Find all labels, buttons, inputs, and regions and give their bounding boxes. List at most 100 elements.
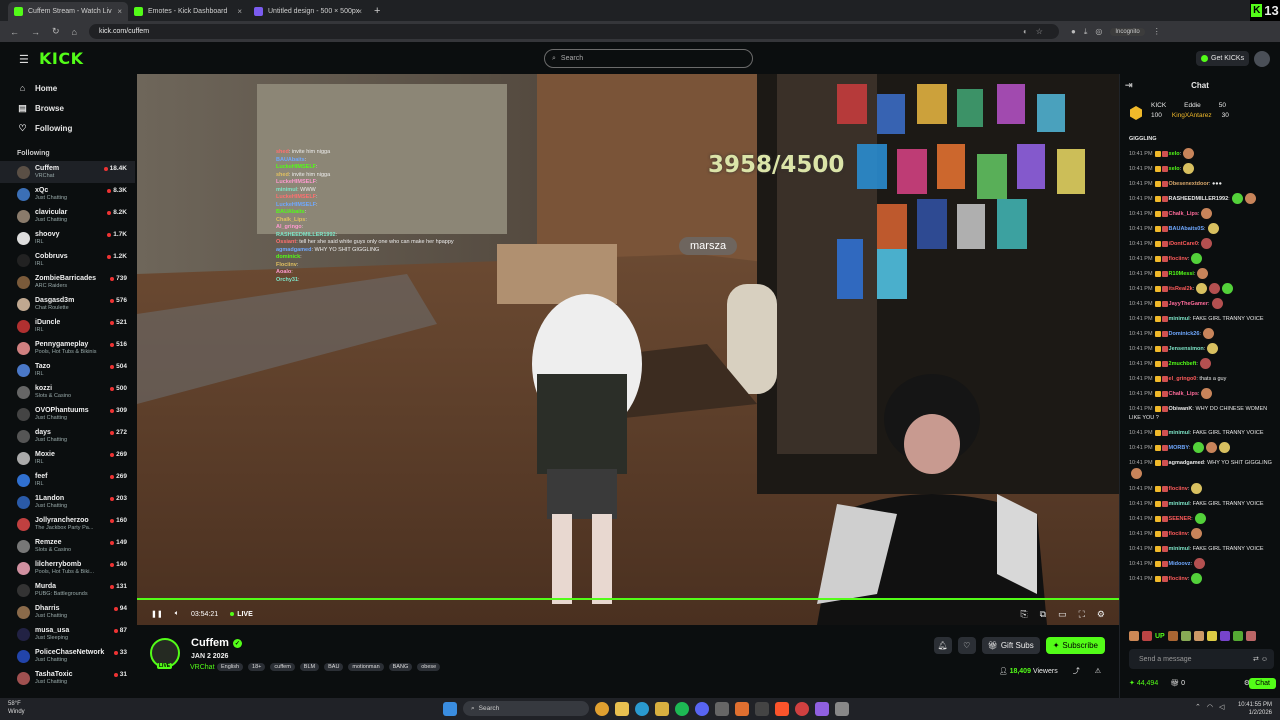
- emote-quick-bar[interactable]: UP: [1129, 629, 1279, 643]
- followed-channel[interactable]: xQc Just Chatting 8.3K: [0, 183, 135, 205]
- reload-icon[interactable]: ↻: [52, 26, 60, 37]
- follow-heart-icon[interactable]: ♡: [957, 637, 976, 654]
- search-input[interactable]: ⌕ Search: [544, 49, 753, 68]
- new-tab-button[interactable]: +: [374, 5, 380, 17]
- chat-send-button[interactable]: Chat: [1249, 677, 1276, 689]
- chevron-up-icon[interactable]: ⌃: [1195, 703, 1201, 711]
- followed-channel[interactable]: feef IRL 269: [0, 469, 135, 491]
- profile-icon[interactable]: ◎: [1095, 27, 1102, 36]
- app-icon[interactable]: [735, 701, 749, 716]
- followed-channel[interactable]: Dharris Just Chatting 94: [0, 601, 135, 623]
- chat-username[interactable]: minimul: [1169, 546, 1190, 552]
- chat-username[interactable]: xelo: [1169, 151, 1180, 157]
- chat-username[interactable]: flociinv: [1169, 531, 1188, 537]
- share-icon[interactable]: ⤴: [1073, 666, 1080, 676]
- app-icon[interactable]: [715, 701, 729, 716]
- chat-username[interactable]: ObiwanK: [1169, 406, 1193, 412]
- wifi-icon[interactable]: ◠: [1207, 703, 1213, 711]
- back-icon[interactable]: ←: [10, 27, 19, 37]
- chat-username[interactable]: minimul: [1169, 501, 1190, 507]
- notification-bell-icon[interactable]: 🔔︎: [933, 637, 952, 654]
- emote-up[interactable]: UP: [1155, 633, 1165, 640]
- emote-picker-icon[interactable]: ⇄ ☺: [1253, 655, 1268, 663]
- chat-username[interactable]: flociinv: [1169, 256, 1188, 262]
- nav-browse[interactable]: ▤ Browse: [0, 98, 135, 118]
- chat-username[interactable]: Dominick26: [1169, 331, 1200, 337]
- browser-tab[interactable]: Emotes - Kick Dashboard ×: [128, 2, 248, 21]
- chat-username[interactable]: itsReal2k: [1169, 286, 1193, 292]
- send-message-input[interactable]: Send a message ⇄ ☺: [1129, 649, 1274, 669]
- video-player[interactable]: 3958/4500 marsza shed: invite him nigga B…: [137, 74, 1119, 625]
- extension-icon[interactable]: ●: [1071, 27, 1076, 36]
- live-indicator[interactable]: LIVE: [230, 611, 253, 618]
- followed-channel[interactable]: Pennygameplay Pools, Hot Tubs & Bikinis 51…: [0, 337, 135, 359]
- forward-icon[interactable]: →: [31, 27, 40, 37]
- close-icon[interactable]: ×: [357, 7, 362, 16]
- theater-icon[interactable]: ▭: [1058, 609, 1067, 620]
- menu-icon[interactable]: ⋮: [1153, 27, 1161, 36]
- followed-channel[interactable]: Cobbruvs IRL 1.2K: [0, 249, 135, 271]
- subscribe-button[interactable]: ✦ Subscribe: [1045, 637, 1105, 654]
- emote-icon[interactable]: [1245, 631, 1256, 641]
- settings-gear-icon[interactable]: ⚙: [1097, 609, 1105, 620]
- followed-channel[interactable]: clavicular Just Chatting 8.2K: [0, 205, 135, 227]
- followed-channel[interactable]: Dasgasd3m Chat Roulette 576: [0, 293, 135, 315]
- home-icon[interactable]: ⌂: [72, 27, 77, 37]
- followed-channel[interactable]: Jollyrancherzoo The Jackbox Party Pa... 16…: [0, 513, 135, 535]
- app-icon[interactable]: [795, 701, 809, 716]
- followed-channel[interactable]: Tazo IRL 504: [0, 359, 135, 381]
- app-icon[interactable]: [835, 701, 849, 716]
- chat-username[interactable]: flociinv: [1169, 486, 1188, 492]
- followed-channel[interactable]: Murda PUBG: Battlegrounds 131: [0, 579, 135, 601]
- gift-count[interactable]: 🎁︎ 0: [1170, 679, 1185, 687]
- hamburger-menu-icon[interactable]: ☰: [19, 53, 29, 66]
- stream-tag[interactable]: BAU: [324, 663, 344, 671]
- chrome-icon[interactable]: [595, 701, 609, 716]
- pip-icon[interactable]: ⧉: [1040, 609, 1046, 620]
- chat-username[interactable]: R10Messi: [1169, 271, 1194, 277]
- stream-tag[interactable]: obese: [417, 663, 441, 671]
- emote-icon[interactable]: [1129, 631, 1139, 641]
- emote-icon[interactable]: [1142, 631, 1152, 641]
- chat-username[interactable]: minimul: [1169, 430, 1190, 436]
- followed-channel[interactable]: Moxie IRL 269: [0, 447, 135, 469]
- emote-icon[interactable]: [1232, 631, 1243, 641]
- stream-tag[interactable]: motionman: [348, 663, 384, 671]
- followed-channel[interactable]: shoovy IRL 1.7K: [0, 227, 135, 249]
- discord-icon[interactable]: [695, 701, 709, 716]
- followed-channel[interactable]: 1Landon Just Chatting 203: [0, 491, 135, 513]
- close-icon[interactable]: ×: [117, 7, 122, 16]
- explorer-icon[interactable]: [615, 701, 629, 716]
- chat-username[interactable]: Midoovz: [1169, 561, 1191, 567]
- chat-username[interactable]: agmadgamed: [1169, 460, 1204, 466]
- chat-username[interactable]: Jensensimon: [1169, 346, 1204, 352]
- clock[interactable]: 10:41:55 PM 1/2/2026: [1238, 701, 1272, 717]
- nav-home[interactable]: ⌂ Home: [0, 78, 135, 98]
- chat-username[interactable]: iDontCare0: [1169, 241, 1198, 247]
- chat-username[interactable]: el_gringo0: [1169, 376, 1197, 382]
- emote-icon[interactable]: [1180, 631, 1191, 641]
- edge-icon[interactable]: [635, 701, 649, 716]
- omnibox-icons[interactable]: ◐☆: [1023, 27, 1051, 36]
- close-icon[interactable]: ×: [237, 7, 242, 16]
- followed-channel[interactable]: musa_usa Just Sleeping 87: [0, 623, 135, 645]
- chat-username[interactable]: RASHEEDMILLER1992: [1169, 196, 1229, 202]
- nav-following[interactable]: ♡ Following: [0, 118, 135, 138]
- clip-icon[interactable]: ⎘: [1020, 609, 1027, 620]
- gift-subs-button[interactable]: 🎁︎ Gift Subs: [981, 637, 1040, 654]
- taskbar-search[interactable]: ⌕ Search: [463, 701, 589, 716]
- stream-tag[interactable]: 18+: [248, 663, 266, 671]
- emote-icon[interactable]: [1167, 631, 1178, 641]
- chat-username[interactable]: xelo: [1169, 166, 1180, 172]
- browser-tab[interactable]: Cuffem Stream - Watch Liv ×: [8, 2, 128, 21]
- chat-username[interactable]: Obesenextdoor: [1169, 181, 1209, 187]
- followed-channel[interactable]: iDuncle IRL 521: [0, 315, 135, 337]
- volume-icon[interactable]: ◁: [1219, 703, 1224, 711]
- incognito-badge[interactable]: Incognito: [1110, 27, 1145, 36]
- pause-icon[interactable]: ❚❚: [151, 610, 163, 618]
- chat-username[interactable]: BAUAbaits0S: [1169, 226, 1204, 232]
- followed-channel[interactable]: lilcherrybomb Pools, Hot Tubs & Biki... 14…: [0, 557, 135, 579]
- address-bar[interactable]: kick.com/cuffem ◐☆: [88, 24, 1059, 39]
- followed-channel[interactable]: Remzee Slots & Casino 149: [0, 535, 135, 557]
- emote-icon[interactable]: [1219, 631, 1230, 641]
